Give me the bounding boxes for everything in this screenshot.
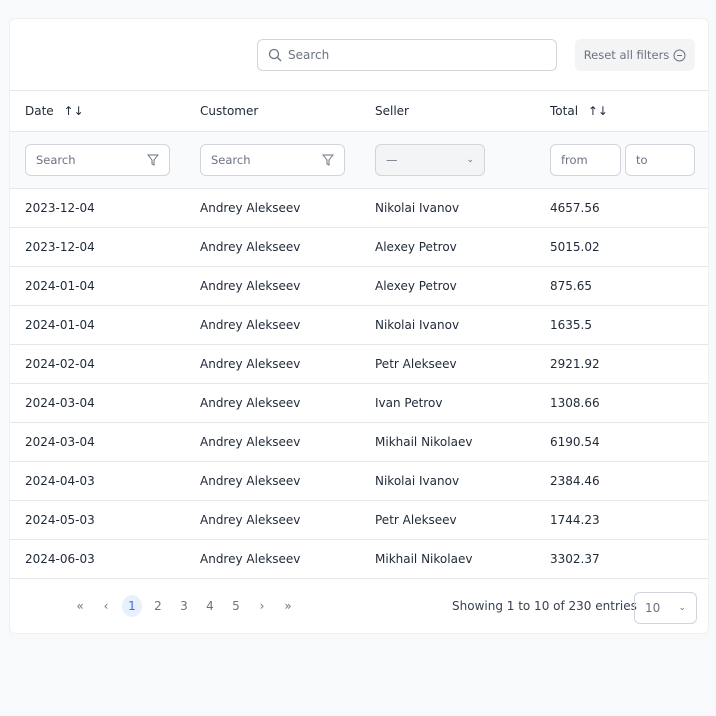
table-cell: Alexey Petrov [375, 240, 457, 254]
table-cell: 2024-01-04 [25, 318, 95, 332]
reset-filters-button[interactable]: Reset all filters [575, 39, 695, 71]
table-cell: 2024-06-03 [25, 552, 95, 566]
table-row[interactable]: 2023-12-04 Andrey Alekseev Alexey Petrov 50… [10, 228, 708, 267]
filter-icon[interactable] [322, 154, 334, 166]
seller-select[interactable]: — ⌄ [375, 144, 485, 176]
table-cell: 2024-03-04 [25, 396, 95, 410]
date-filter-input[interactable]: Search [25, 144, 170, 176]
table-row[interactable]: 2024-04-03 Andrey Alekseev Nikolai Ivanov 2… [10, 462, 708, 501]
chevron-down-icon: ⌄ [466, 155, 474, 165]
filter-row: Search Search — ⌄ from to [10, 132, 708, 189]
table-row[interactable]: 2024-03-04 Andrey Alekseev Mikhail Nikolae… [10, 423, 708, 462]
column-header-seller: Seller [360, 104, 535, 118]
table-cell: 2024-01-04 [25, 279, 95, 293]
table-cell: Nikolai Ivanov [375, 318, 460, 332]
customer-filter-input[interactable]: Search [200, 144, 345, 176]
table-cell: Andrey Alekseev [200, 513, 301, 527]
table-cell: 2024-03-04 [25, 435, 95, 449]
reset-label: Reset all filters [583, 48, 670, 62]
table-row[interactable]: 2024-01-04 Andrey Alekseev Nikolai Ivanov 1… [10, 306, 708, 345]
last-page-button[interactable]: » [278, 595, 298, 617]
next-page-button[interactable]: › [252, 595, 272, 617]
table-cell: Nikolai Ivanov [375, 201, 460, 215]
table-cell: 1635.5 [550, 318, 592, 332]
total-to-input[interactable]: to [625, 144, 695, 176]
selected-value: — [386, 153, 398, 167]
table-row[interactable]: 2024-02-04 Andrey Alekseev Petr Alekseev 29… [10, 345, 708, 384]
total-from-input[interactable]: from [550, 144, 621, 176]
header-label: Date [25, 104, 54, 118]
sort-icon[interactable]: ↑↓ [588, 104, 608, 118]
table-cell: 5015.02 [550, 240, 600, 254]
table-cell: Andrey Alekseev [200, 552, 301, 566]
table-cell: 2024-02-04 [25, 357, 95, 371]
table-cell: Andrey Alekseev [200, 396, 301, 410]
placeholder: from [561, 153, 588, 167]
column-header-total[interactable]: Total ↑↓ [535, 104, 710, 118]
header-label: Seller [375, 104, 409, 118]
table-cell: Andrey Alekseev [200, 435, 301, 449]
header-label: Customer [200, 104, 259, 118]
table-card: Search Reset all filters Date ↑↓ Custome… [9, 18, 709, 634]
filter-icon[interactable] [147, 154, 159, 166]
toolbar: Search Reset all filters [10, 19, 708, 91]
table-cell: Andrey Alekseev [200, 240, 301, 254]
table-cell: 2384.46 [550, 474, 600, 488]
table-row[interactable]: 2024-06-03 Andrey Alekseev Mikhail Nikolae… [10, 540, 708, 579]
page-size-value: 10 [645, 601, 661, 615]
column-header-customer: Customer [185, 104, 360, 118]
table-cell: Andrey Alekseev [200, 357, 301, 371]
table-cell: Andrey Alekseev [200, 474, 301, 488]
page-button[interactable]: 3 [174, 595, 194, 617]
prev-page-button[interactable]: ‹ [96, 595, 116, 617]
header-label: Total [550, 104, 579, 118]
table-cell: 2024-04-03 [25, 474, 95, 488]
table-cell: Alexey Petrov [375, 279, 457, 293]
table-cell: Andrey Alekseev [200, 318, 301, 332]
column-header-date[interactable]: Date ↑↓ [10, 104, 185, 118]
entries-info: Showing 1 to 10 of 230 entries [452, 599, 637, 613]
page-button[interactable]: 2 [148, 595, 168, 617]
table-cell: Nikolai Ivanov [375, 474, 460, 488]
pagination: « ‹ 1 2 3 4 5 › » [70, 595, 298, 617]
table-cell: Ivan Petrov [375, 396, 443, 410]
page-size-select[interactable]: 10 ⌄ [634, 592, 697, 624]
table-row[interactable]: 2024-05-03 Andrey Alekseev Petr Alekseev 17… [10, 501, 708, 540]
table-cell: 6190.54 [550, 435, 600, 449]
table-cell: Petr Alekseev [375, 513, 457, 527]
table-cell: 1308.66 [550, 396, 600, 410]
table-cell: 2023-12-04 [25, 201, 95, 215]
table-cell: 2024-05-03 [25, 513, 95, 527]
global-search-input[interactable]: Search [257, 39, 557, 71]
placeholder: to [636, 153, 648, 167]
first-page-button[interactable]: « [70, 595, 90, 617]
table-cell: 2023-12-04 [25, 240, 95, 254]
table-row[interactable]: 2024-03-04 Andrey Alekseev Ivan Petrov 1308… [10, 384, 708, 423]
table-cell: Andrey Alekseev [200, 279, 301, 293]
table-cell: 2921.92 [550, 357, 600, 371]
table-cell: 3302.37 [550, 552, 600, 566]
table-row[interactable]: 2023-12-04 Andrey Alekseev Nikolai Ivanov 4… [10, 189, 708, 228]
table-cell: Petr Alekseev [375, 357, 457, 371]
table-row[interactable]: 2024-01-04 Andrey Alekseev Alexey Petrov 87… [10, 267, 708, 306]
table-footer: « ‹ 1 2 3 4 5 › » Showing 1 to 10 of 230… [10, 579, 708, 635]
table-cell: Mikhail Nikolaev [375, 552, 473, 566]
table-cell: 4657.56 [550, 201, 600, 215]
search-placeholder: Search [288, 48, 330, 62]
table-cell: 875.65 [550, 279, 592, 293]
sort-icon[interactable]: ↑↓ [64, 104, 84, 118]
page-button[interactable]: 4 [200, 595, 220, 617]
placeholder: Search [36, 153, 76, 167]
table-cell: Andrey Alekseev [200, 201, 301, 215]
search-icon [268, 48, 282, 62]
table-cell: Mikhail Nikolaev [375, 435, 473, 449]
page-button[interactable]: 1 [122, 595, 142, 617]
page-button[interactable]: 5 [226, 595, 246, 617]
header-row: Date ↑↓ Customer Seller Total ↑↓ [10, 91, 708, 132]
table-body: 2023-12-04 Andrey Alekseev Nikolai Ivanov 4… [10, 189, 708, 579]
placeholder: Search [211, 153, 251, 167]
chevron-down-icon: ⌄ [678, 603, 686, 613]
minus-circle-icon [673, 49, 686, 61]
table-cell: 1744.23 [550, 513, 600, 527]
